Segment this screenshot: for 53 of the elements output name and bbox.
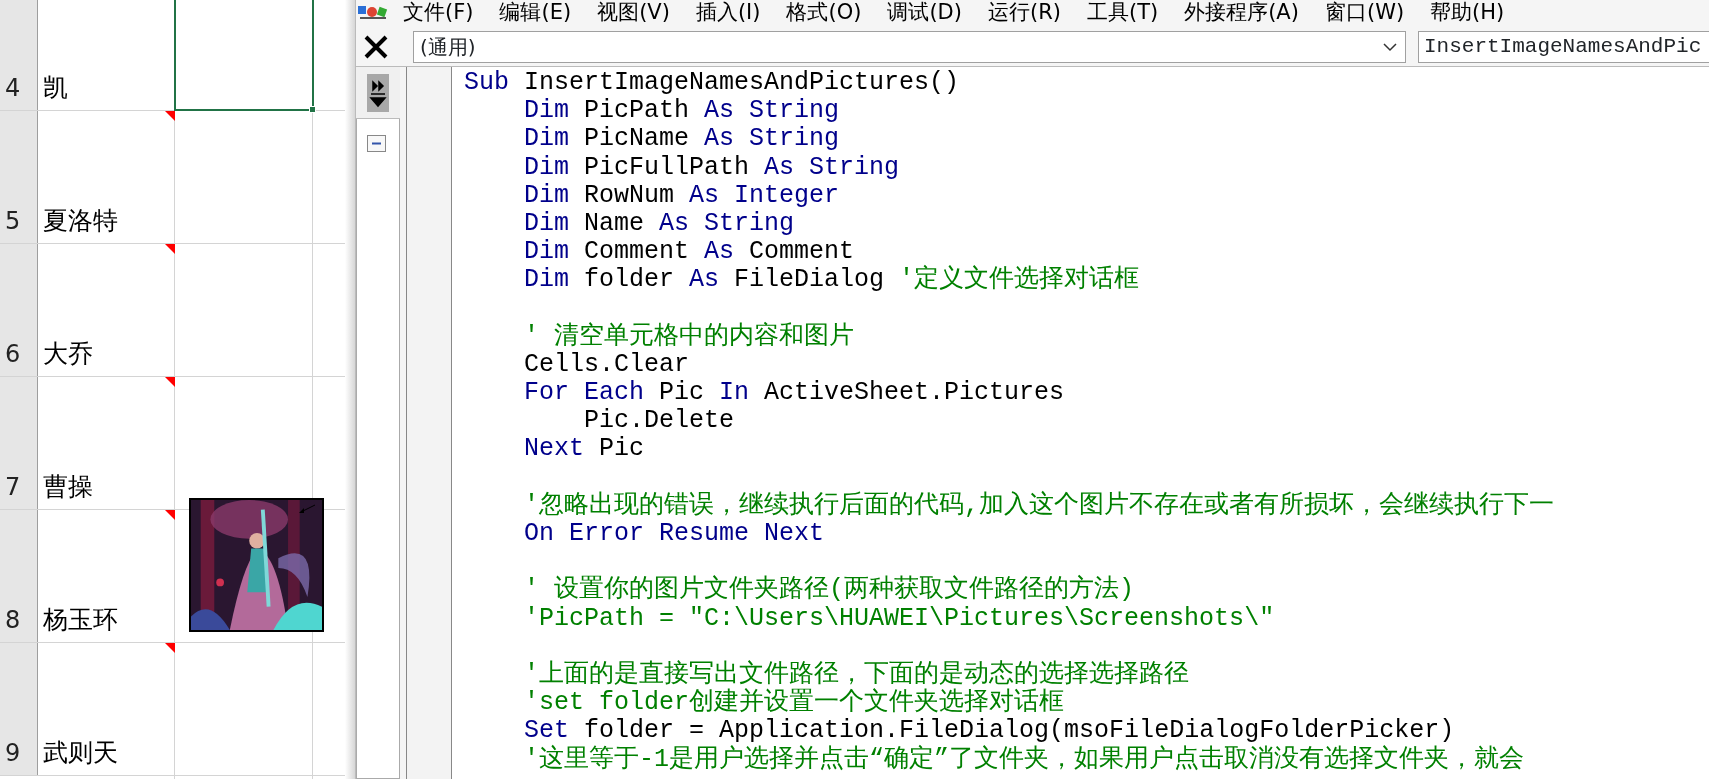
code-line: Pic.Delete bbox=[583, 407, 736, 436]
code-line: 'PicPath = "C:\Users\HUAWEI\Pictures\Screenshots\" bbox=[523, 604, 1276, 633]
row-number[interactable]: 8 bbox=[0, 510, 38, 642]
row-number[interactable]: 9 bbox=[0, 643, 38, 775]
name-cell: 杨玉环 bbox=[38, 510, 175, 642]
close-icon bbox=[363, 34, 389, 60]
code-line: ' 清空单元格中的内容和图片 bbox=[523, 322, 855, 351]
name-cell-text: 凯 bbox=[42, 71, 69, 104]
menu-item[interactable]: 调试(D) bbox=[874, 0, 975, 24]
code-line: '忽略出现的错误，继续执行后面的代码,加入这个图片不存在或者有所损坏，会继续执行下一 bbox=[523, 491, 1555, 520]
code-line: '上面的是直接写出文件路径，下面的是动态的选择选择路径 bbox=[523, 660, 1190, 689]
menu-item[interactable]: 视图(V) bbox=[584, 0, 683, 24]
row-number[interactable]: 4 bbox=[0, 0, 38, 110]
object-dropdown[interactable]: (通用) bbox=[413, 31, 1406, 63]
menu-item[interactable]: 插入(I) bbox=[682, 0, 774, 24]
code-line: ' 设置你的图片文件夹路径(两种获取文件路径的方法) bbox=[523, 576, 1136, 605]
menu-item[interactable]: 编辑(E) bbox=[486, 0, 585, 24]
code-line: For Each Pic In ActiveSheet.Pictures bbox=[523, 379, 1066, 408]
chevron-icon bbox=[1383, 42, 1397, 52]
menu-item[interactable]: 外接程序(A) bbox=[1171, 0, 1312, 24]
code-line: Dim PicPath As String bbox=[523, 97, 841, 126]
menu-item[interactable]: 帮助(H) bbox=[1417, 0, 1518, 24]
code-line: Next Pic bbox=[523, 435, 646, 464]
code-line: Dim RowNum As Integer bbox=[523, 181, 841, 210]
code-line: Dim PicName As String bbox=[523, 125, 841, 154]
code-line: '这里等于-1是用户选择并点击“确定”了文件夹，如果用户点击取消没有选择文件夹，就会 bbox=[523, 745, 1526, 774]
collapse-icon[interactable] bbox=[367, 135, 386, 152]
code-line: Dim PicFullPath As String bbox=[523, 153, 901, 182]
code-line: Set folder = Application.FileDialog(msoFileDialogFolderPicker) bbox=[523, 717, 1456, 746]
name-cell: 武则天 bbox=[38, 643, 175, 775]
procedure-dropdown[interactable]: InsertImageNamesAndPic bbox=[1418, 31, 1709, 63]
row-number[interactable]: 5 bbox=[0, 111, 38, 243]
splitter-icon[interactable] bbox=[367, 73, 389, 112]
menu-item[interactable]: 文件(F) bbox=[390, 0, 487, 24]
code-line: Dim Comment As Comment bbox=[523, 238, 856, 267]
selected-cell[interactable] bbox=[174, 0, 314, 111]
menu-item[interactable]: 运行(R) bbox=[974, 0, 1074, 24]
row-number[interactable]: 6 bbox=[0, 244, 38, 376]
margin-indicator-bar[interactable] bbox=[406, 67, 452, 779]
menu-item[interactable]: 窗口(W) bbox=[1311, 0, 1418, 24]
code-line: 'set folder创建并设置一个文件夹选择对话框 bbox=[523, 689, 1066, 718]
code-line: Dim Name As String bbox=[523, 209, 796, 239]
code-line: Sub InsertImageNamesAndPictures() bbox=[464, 69, 961, 98]
code-line: Dim folder As FileDialog '定义文件选择对话框 bbox=[523, 266, 1141, 295]
row-number[interactable]: 7 bbox=[0, 377, 38, 509]
menu-item[interactable]: 工具(T) bbox=[1073, 0, 1172, 24]
name-cell: 夏洛特 bbox=[38, 111, 175, 243]
name-cell: 大乔 bbox=[38, 244, 175, 376]
leader-line bbox=[298, 504, 316, 514]
code-line: On Error Resume Next bbox=[523, 520, 826, 549]
code-line: Cells.Clear bbox=[523, 350, 691, 380]
menu-item[interactable]: 格式(O) bbox=[773, 0, 875, 24]
name-cell: 曹操 bbox=[38, 377, 175, 509]
